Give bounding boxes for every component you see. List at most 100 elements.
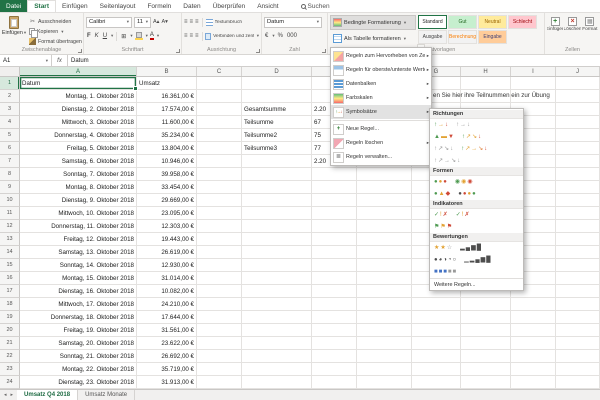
cell-e12[interactable] <box>312 220 357 233</box>
cell-j20[interactable] <box>556 324 600 337</box>
font-dialog-launcher-icon[interactable] <box>176 49 180 53</box>
icon-set-option[interactable]: ●●● <box>434 179 447 185</box>
cell-b3[interactable]: 17.574,00 € <box>137 103 197 116</box>
cell-g22[interactable] <box>412 350 461 363</box>
icon-set-option[interactable]: ▁▂▄▆█ <box>464 257 490 263</box>
cell-f20[interactable] <box>357 324 412 337</box>
cell-a22[interactable]: Sonntag, 21. Oktober 2018 <box>20 350 137 363</box>
cell-e8[interactable] <box>312 168 357 181</box>
cell-h19[interactable] <box>461 311 511 324</box>
column-header-i[interactable]: I <box>511 67 556 76</box>
format-as-table-button[interactable]: Als Tabelle formatieren ▾ <box>330 31 416 46</box>
row-header-21[interactable]: 21 <box>0 337 20 350</box>
cell-c11[interactable] <box>197 207 242 220</box>
cell-b9[interactable]: 33.454,00 € <box>137 181 197 194</box>
cell-d23[interactable] <box>242 363 312 376</box>
cell-c10[interactable] <box>197 194 242 207</box>
cell-e24[interactable] <box>312 376 357 389</box>
cell-c9[interactable] <box>197 181 242 194</box>
cell-b14[interactable]: 26.619,00 € <box>137 246 197 259</box>
row-header-4[interactable]: 4 <box>0 116 20 129</box>
cell-e10[interactable] <box>312 194 357 207</box>
cell-h1[interactable] <box>461 77 511 90</box>
menu-item-regeln-zum-hervorheben-von-zellen[interactable]: Regeln zum Hervorheben von Zellen▸ <box>331 49 431 63</box>
cell-c15[interactable] <box>197 259 242 272</box>
cell-b16[interactable]: 31.014,00 € <box>137 272 197 285</box>
icon-set-option[interactable]: ↑↗→↘↓ <box>461 146 487 152</box>
select-all-corner[interactable] <box>0 67 20 76</box>
icon-set-option[interactable]: ▂▄▆█ <box>460 245 481 251</box>
cell-j3[interactable] <box>556 103 600 116</box>
cell-i1[interactable] <box>511 77 556 90</box>
wrap-text-icon[interactable] <box>206 19 213 26</box>
menu-item-symbols-tze[interactable]: ↑→↓Symbolsätze▸ <box>331 105 431 119</box>
cell-j8[interactable] <box>556 168 600 181</box>
sheet-nav-right-icon[interactable]: ▸ <box>11 392 14 398</box>
cell-e13[interactable] <box>312 233 357 246</box>
alignment-dialog-launcher-icon[interactable] <box>256 49 260 53</box>
row-header-13[interactable]: 13 <box>0 233 20 246</box>
ribbon-tab-formeln[interactable]: Formeln <box>141 0 177 12</box>
cell-c1[interactable] <box>197 77 242 90</box>
cell-e22[interactable] <box>312 350 357 363</box>
align-top-icon[interactable]: ≡ <box>184 19 188 25</box>
cell-f15[interactable] <box>357 259 412 272</box>
cell-a5[interactable]: Donnerstag, 4. Oktober 2018 <box>20 129 137 142</box>
cell-c13[interactable] <box>197 233 242 246</box>
cell-j21[interactable] <box>556 337 600 350</box>
cell-d9[interactable] <box>242 181 312 194</box>
row-header-6[interactable]: 6 <box>0 142 20 155</box>
cell-d21[interactable] <box>242 337 312 350</box>
cell-e17[interactable] <box>312 285 357 298</box>
ribbon-tab-einf-gen[interactable]: Einfügen <box>56 0 94 12</box>
wrap-text-label[interactable]: Textumbruch <box>215 20 242 25</box>
cell-b18[interactable]: 24.210,00 € <box>137 298 197 311</box>
align-right-icon[interactable]: ≡ <box>195 33 199 39</box>
conditional-formatting-button[interactable]: Bedingte Formatierung ▾ <box>330 15 416 30</box>
cell-h23[interactable] <box>461 363 511 376</box>
comma-format-button[interactable]: 000 <box>286 33 298 39</box>
cell-c4[interactable] <box>197 116 242 129</box>
cell-c19[interactable] <box>197 311 242 324</box>
name-box[interactable]: A1▾ <box>0 55 52 66</box>
cell-d12[interactable] <box>242 220 312 233</box>
cell-e14[interactable] <box>312 246 357 259</box>
cell-a17[interactable]: Dienstag, 16. Oktober 2018 <box>20 285 137 298</box>
cell-f14[interactable] <box>357 246 412 259</box>
menu-item-farbskalen[interactable]: Farbskalen▸ <box>331 91 431 105</box>
cell-f18[interactable] <box>357 298 412 311</box>
increase-font-size-icon[interactable]: A▴ <box>153 19 159 25</box>
column-header-a[interactable]: A <box>20 67 137 76</box>
cell-f10[interactable] <box>357 194 412 207</box>
cell-d2[interactable] <box>242 90 312 103</box>
cell-f9[interactable] <box>357 181 412 194</box>
copy-button[interactable]: Kopieren▾ <box>29 27 82 36</box>
icon-set-option[interactable]: ↑→↓ <box>456 122 470 128</box>
row-header-12[interactable]: 12 <box>0 220 20 233</box>
cell-j11[interactable] <box>556 207 600 220</box>
cell-j4[interactable] <box>556 116 600 129</box>
cell-b15[interactable]: 12.930,00 € <box>137 259 197 272</box>
cell-d11[interactable] <box>242 207 312 220</box>
fx-icon[interactable]: fx <box>52 55 68 66</box>
cell-g20[interactable] <box>412 324 461 337</box>
cell-d20[interactable] <box>242 324 312 337</box>
cell-f13[interactable] <box>357 233 412 246</box>
format-cells-button[interactable]: ▦Format <box>582 15 598 32</box>
cell-a7[interactable]: Samstag, 6. Oktober 2018 <box>20 155 137 168</box>
cell-c16[interactable] <box>197 272 242 285</box>
cell-h24[interactable] <box>461 376 511 389</box>
align-center-icon[interactable]: ≡ <box>190 33 194 39</box>
cell-i22[interactable] <box>511 350 556 363</box>
cell-f24[interactable] <box>357 376 412 389</box>
cell-e9[interactable] <box>312 181 357 194</box>
cell-j10[interactable] <box>556 194 600 207</box>
cell-b22[interactable]: 26.692,00 € <box>137 350 197 363</box>
cell-j6[interactable] <box>556 142 600 155</box>
cell-a9[interactable]: Montag, 8. Oktober 2018 <box>20 181 137 194</box>
cell-d17[interactable] <box>242 285 312 298</box>
row-header-22[interactable]: 22 <box>0 350 20 363</box>
cell-b12[interactable]: 12.303,00 € <box>137 220 197 233</box>
cell-b10[interactable]: 29.669,00 € <box>137 194 197 207</box>
cell-e18[interactable] <box>312 298 357 311</box>
